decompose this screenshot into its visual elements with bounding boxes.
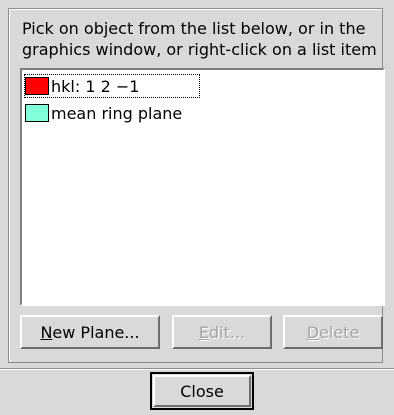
new-plane-label: ew Plane...: [52, 322, 140, 342]
delete-label: elete: [319, 322, 360, 342]
separator: [0, 368, 394, 370]
close-button[interactable]: Close: [150, 372, 254, 410]
delete-mnemonic: D: [306, 322, 320, 342]
delete-button[interactable]: Delete: [283, 315, 383, 349]
close-button-face: Close: [153, 375, 251, 407]
edit-label: dit...: [208, 322, 246, 342]
new-plane-mnemonic: N: [40, 322, 53, 342]
plane-list[interactable]: hkl: 1 2 −1 mean ring plane: [20, 68, 385, 306]
edit-button[interactable]: Edit...: [172, 315, 272, 349]
list-item[interactable]: mean ring plane: [25, 102, 182, 124]
close-label: Close: [180, 381, 224, 401]
list-item-label: mean ring plane: [51, 103, 183, 123]
edit-mnemonic: E: [198, 322, 209, 342]
new-plane-button[interactable]: New Plane...: [20, 315, 160, 349]
instructions-text: Pick on object from the list below, or i…: [22, 19, 377, 59]
color-swatch: [25, 77, 49, 95]
list-item-label: hkl: 1 2 −1: [51, 76, 140, 96]
color-swatch: [25, 104, 49, 122]
list-item[interactable]: hkl: 1 2 −1: [24, 74, 200, 98]
